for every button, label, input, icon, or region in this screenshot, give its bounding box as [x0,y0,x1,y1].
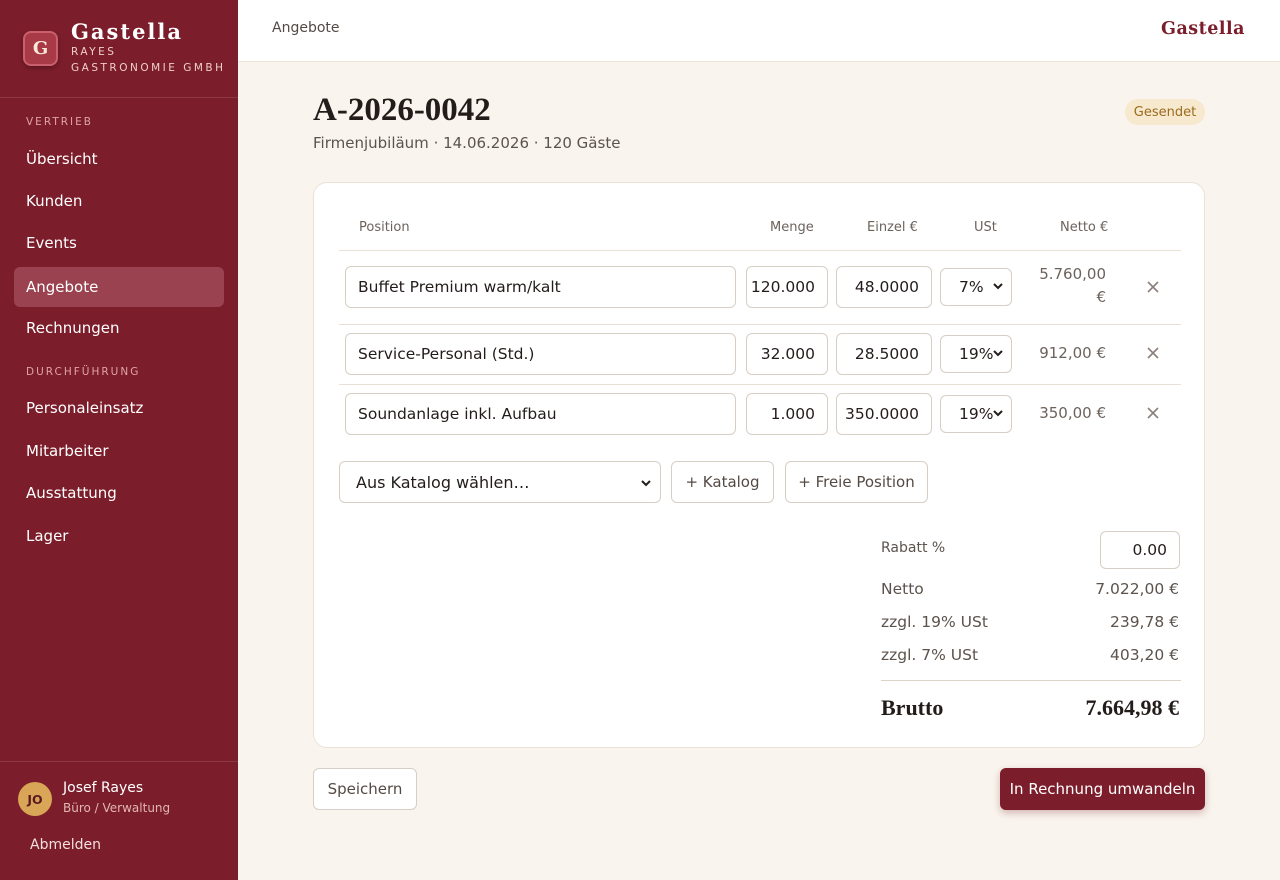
sidebar-item-label: Mitarbeiter [26,442,109,460]
brand-block: G Gastella RAYES GASTRONOMIE GMBH [0,0,238,98]
breadcrumb[interactable]: Angebote [272,20,340,36]
sidebar-item-label: Ausstattung [26,484,117,502]
discount-label: Rabatt % [881,540,946,556]
page-subtitle: Firmenjubiläum · 14.06.2026 · 120 Gäste [313,134,621,152]
save-button[interactable]: Speichern [313,768,417,810]
net-amount-currency: € [1096,288,1106,306]
sidebar-item-label: Lager [26,527,69,545]
chevron-down-icon [641,480,651,487]
quantity-input[interactable]: 32.000 [746,333,828,375]
quantity-input[interactable]: 1.000 [746,393,828,435]
catalog-select-value: Aus Katalog wählen… [356,472,530,492]
vat19-label: zzgl. 19% USt [881,613,988,631]
sidebar-item-warehouse[interactable]: Lager [14,516,224,556]
close-icon[interactable] [1146,346,1160,360]
unit-price-input[interactable]: 48.0000 [836,266,932,308]
column-header-net: Netto € [1060,220,1109,235]
sidebar-item-label: Kunden [26,192,83,210]
chevron-down-icon [993,283,1003,290]
sidebar: G Gastella RAYES GASTRONOMIE GMBH VERTRI… [0,0,238,880]
close-icon[interactable] [1146,280,1160,294]
chevron-down-icon [993,350,1003,357]
sidebar-item-staffing[interactable]: Personaleinsatz [14,388,224,428]
sidebar-item-customers[interactable]: Kunden [14,181,224,221]
brand-subtitle-2: GASTRONOMIE GMBH [71,62,226,74]
page-title: A-2026-0042 [313,92,491,128]
topbar-brand: Gastella [1161,19,1245,39]
quantity-input[interactable]: 120.000 [746,266,828,308]
sidebar-item-label: Events [26,234,77,252]
divider [339,324,1181,325]
brand-name: Gastella [71,19,183,44]
net-amount-line: 350,00 € [1039,404,1106,422]
net-amount-line: 5.760,00 [1039,265,1106,283]
vat7-value: 403,20 € [1109,646,1179,664]
totals-divider [881,680,1181,681]
topbar: Angebote Gastella [238,0,1280,62]
sidebar-item-employees[interactable]: Mitarbeiter [14,431,224,471]
avatar: JO [18,782,52,816]
nav-section-sales: VERTRIEB [26,116,93,128]
sidebar-item-invoices[interactable]: Rechnungen [14,308,224,348]
logout-link[interactable]: Abmelden [30,837,101,853]
brand-subtitle-1: RAYES [71,46,117,58]
sidebar-item-label: Personaleinsatz [26,399,144,417]
user-role: Büro / Verwaltung [63,801,171,815]
net-amount: 912,00 € [1016,342,1106,365]
brand-logo: G [23,31,58,66]
divider [339,250,1181,251]
net-total-label: Netto [881,580,924,598]
add-catalog-button[interactable]: + Katalog [671,461,774,503]
status-badge: Gesendet [1125,99,1205,125]
sidebar-item-equipment[interactable]: Ausstattung [14,473,224,513]
chevron-down-icon [993,410,1003,417]
sidebar-item-events[interactable]: Events [14,223,224,263]
column-header-unit-price: Einzel € [867,220,918,235]
vat-select[interactable]: 19% [940,395,1012,433]
gross-total-label: Brutto [881,695,944,720]
vat-select-value: 7% [959,278,984,296]
column-header-position: Position [359,220,410,235]
column-header-vat: USt [974,220,997,235]
close-icon[interactable] [1146,406,1160,420]
net-amount: 350,00 € [1016,402,1106,425]
vat19-value: 239,78 € [1109,613,1179,631]
convert-to-invoice-button[interactable]: In Rechnung umwandeln [1000,768,1205,810]
position-input[interactable]: Service-Personal (Std.) [345,333,736,375]
user-name: Josef Rayes [63,780,144,796]
sidebar-item-overview[interactable]: Übersicht [14,139,224,179]
net-total-value: 7.022,00 € [1095,580,1179,598]
nav-section-operations: DURCHFÜHRUNG [26,366,141,378]
position-input[interactable]: Buffet Premium warm/kalt [345,266,736,308]
vat-select[interactable]: 7% [940,268,1012,306]
gross-total-value: 7.664,98 € [1085,695,1180,720]
vat7-label: zzgl. 7% USt [881,646,979,664]
user-block: JO Josef Rayes Büro / Verwaltung Abmelde… [0,761,238,880]
sidebar-item-label: Rechnungen [26,319,120,337]
divider [339,384,1181,385]
discount-input[interactable]: 0.00 [1100,531,1180,569]
catalog-select[interactable]: Aus Katalog wählen… [339,461,661,503]
vat-select-value: 19% [959,405,994,423]
vat-select-value: 19% [959,345,994,363]
sidebar-item-offers[interactable]: Angebote [14,267,224,307]
sidebar-item-label: Übersicht [26,150,98,168]
net-amount: 5.760,00 € [1016,263,1106,309]
sidebar-item-label: Angebote [26,278,99,296]
net-amount-line: 912,00 € [1039,344,1106,362]
column-header-quantity: Menge [770,220,814,235]
vat-select[interactable]: 19% [940,335,1012,373]
add-free-position-button[interactable]: + Freie Position [785,461,928,503]
unit-price-input[interactable]: 28.5000 [836,333,932,375]
offer-card: Position Menge Einzel € USt Netto € Buff… [313,182,1205,748]
unit-price-input[interactable]: 350.0000 [836,393,932,435]
position-input[interactable]: Soundanlage inkl. Aufbau [345,393,736,435]
